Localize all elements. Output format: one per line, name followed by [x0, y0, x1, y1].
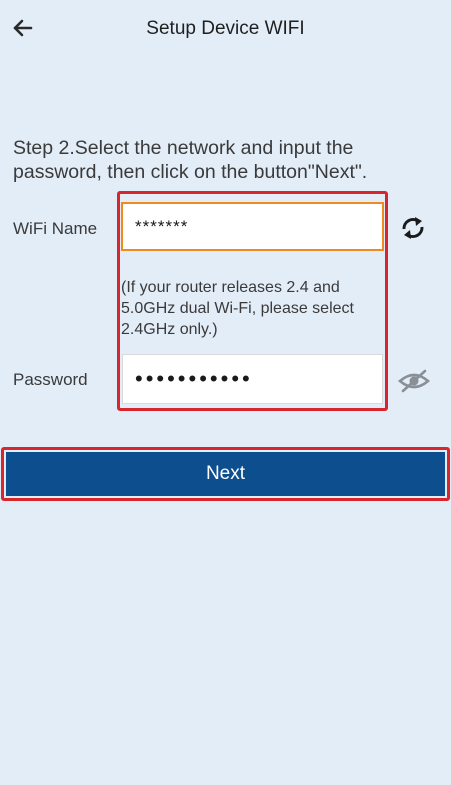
- wifi-name-input[interactable]: [121, 202, 384, 251]
- header-bar: Setup Device WIFI: [0, 0, 451, 60]
- wifi-name-label: WiFi Name: [13, 219, 98, 238]
- next-button[interactable]: Next: [6, 452, 445, 496]
- toggle-password-visibility-button[interactable]: [396, 368, 432, 398]
- step-instruction: Step 2.Select the network and input the …: [13, 137, 368, 183]
- page-title: Setup Device WIFI: [146, 18, 305, 39]
- next-button-frame: Next: [1, 447, 450, 501]
- dual-band-hint: (If your router releases 2.4 and 5.0GHz …: [121, 279, 354, 338]
- refresh-wifi-button[interactable]: [398, 216, 428, 244]
- eye-off-icon: [398, 369, 430, 398]
- refresh-icon: [400, 216, 426, 245]
- password-label: Password: [13, 370, 88, 389]
- password-input[interactable]: [122, 354, 383, 404]
